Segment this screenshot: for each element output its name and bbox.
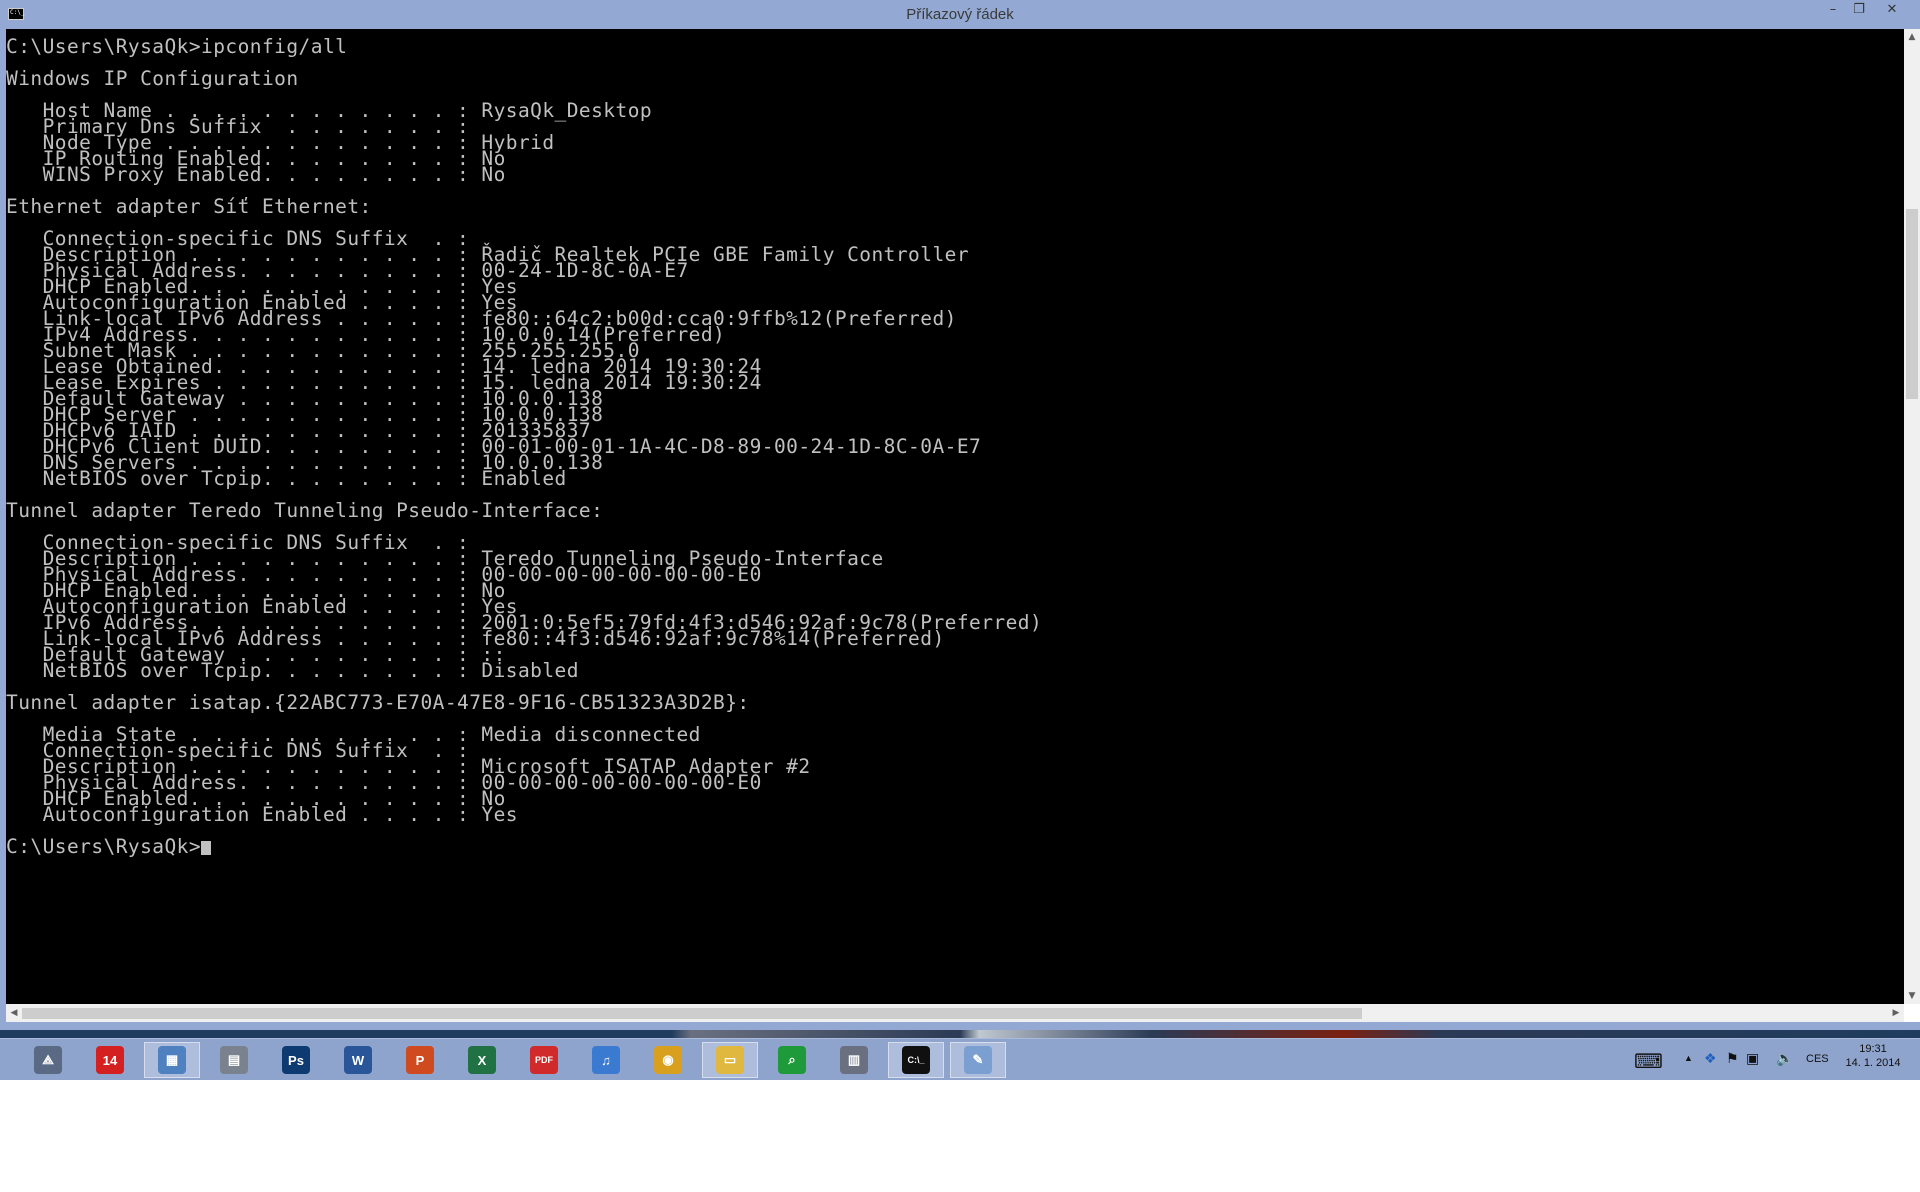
language-indicator[interactable]: CES — [1806, 1053, 1829, 1065]
command-prompt-icon: C:\_ — [902, 1046, 930, 1074]
chrome-icon: ◉ — [654, 1046, 682, 1074]
vertical-scroll-thumb[interactable] — [1906, 209, 1918, 399]
console-line: Windows IP Configuration — [6, 67, 299, 90]
calendar-14-icon: 14 — [96, 1046, 124, 1074]
console-line: NetBIOS over Tcpip. . . . . . . . : Disa… — [42, 659, 579, 682]
taskbar-storage-button[interactable]: ▥ — [826, 1042, 882, 1078]
volume-icon[interactable]: 🔈 — [1776, 1050, 1793, 1067]
restore-button[interactable]: ❐ — [1848, 2, 1870, 20]
word-icon: W — [344, 1046, 372, 1074]
scroll-up-arrow-icon[interactable]: ▲ — [1904, 29, 1920, 45]
horizontal-scroll-thumb[interactable] — [22, 1008, 1362, 1019]
file-explorer-icon: ▭ — [716, 1046, 744, 1074]
window-titlebar[interactable]: Příkazový řádek – ❐ ✕ — [0, 0, 1920, 30]
taskbar-paint-button[interactable]: ✎ — [950, 1042, 1006, 1078]
console-line: NetBIOS over Tcpip. . . . . . . . : Enab… — [42, 467, 567, 490]
taskbar-command-prompt-button[interactable]: C:\_ — [888, 1042, 944, 1078]
console-line: Ethernet adapter Síť Ethernet: — [6, 195, 372, 218]
keyboard-icon[interactable]: ⌨ — [1634, 1049, 1663, 1074]
scroll-down-arrow-icon[interactable]: ▼ — [1904, 988, 1920, 1004]
console-line: C:\Users\RysaQk>ipconfig/all — [6, 35, 348, 58]
scroll-right-arrow-icon[interactable]: ▶ — [1888, 1004, 1904, 1022]
console-line: Tunnel adapter isatap.{22ABC773-E70A-47E… — [6, 691, 750, 714]
taskbar-chrome-button[interactable]: ◉ — [640, 1042, 696, 1078]
network-icon[interactable]: ▣ — [1746, 1050, 1759, 1067]
pdf-icon: PDF — [530, 1046, 558, 1074]
clock-date: 14. 1. 2014 — [1845, 1057, 1901, 1069]
storage-icon: ▥ — [840, 1046, 868, 1074]
taskbar-photoshop-button[interactable]: Ps — [268, 1042, 324, 1078]
console-prompt: C:\Users\RysaQk> — [6, 835, 202, 858]
blank-area — [0, 1080, 1920, 1192]
taskbar-excel-button[interactable]: X — [454, 1042, 510, 1078]
console-output[interactable]: C:\Users\RysaQk>ipconfig/all Windows IP … — [6, 29, 1904, 1004]
powerpoint-icon: P — [406, 1046, 434, 1074]
excel-icon: X — [468, 1046, 496, 1074]
clock[interactable]: 19:31 14. 1. 2014 — [1838, 1043, 1908, 1069]
minimize-button[interactable]: – — [1822, 2, 1844, 20]
taskbar-word-button[interactable]: W — [330, 1042, 386, 1078]
control-panel-icon: ▦ — [158, 1046, 186, 1074]
desktop-wallpaper-strip — [0, 1030, 1920, 1038]
dropbox-icon[interactable]: ❖ — [1704, 1050, 1717, 1067]
close-button[interactable]: ✕ — [1874, 2, 1910, 20]
console-line: Tunnel adapter Teredo Tunneling Pseudo-I… — [6, 499, 604, 522]
horizontal-scrollbar[interactable]: ◀ ▶ — [6, 1004, 1904, 1022]
search-app-icon: ⌕ — [778, 1046, 806, 1074]
taskbar-printer-button[interactable]: ▤ — [206, 1042, 262, 1078]
taskbar: ⟁ 14 ▦ ▤ Ps W P X PDF ♫ ◉ ▭ ⌕ ▥ C:\_ ✎ ⌨ ▲ ❖ ⚑ ▣ 🔈 CES … — [0, 1038, 1920, 1081]
app-launcher-icon: ⟁ — [34, 1046, 62, 1074]
taskbar-pdf-button[interactable]: PDF — [516, 1042, 572, 1078]
taskbar-app-launcher-button[interactable]: ⟁ — [20, 1042, 76, 1078]
itunes-icon: ♫ — [592, 1046, 620, 1074]
window-title: Příkazový řádek — [906, 6, 1014, 23]
taskbar-powerpoint-button[interactable]: P — [392, 1042, 448, 1078]
scroll-left-arrow-icon[interactable]: ◀ — [6, 1004, 22, 1022]
paint-icon: ✎ — [964, 1046, 992, 1074]
taskbar-calendar-14-button[interactable]: 14 — [82, 1042, 138, 1078]
photoshop-icon: Ps — [282, 1046, 310, 1074]
taskbar-control-panel-button[interactable]: ▦ — [144, 1042, 200, 1078]
clock-time: 19:31 — [1859, 1043, 1887, 1055]
action-center-flag-icon[interactable]: ⚑ — [1726, 1050, 1739, 1067]
console-line: Autoconfiguration Enabled . . . . : Yes — [42, 803, 518, 826]
taskbar-itunes-button[interactable]: ♫ — [578, 1042, 634, 1078]
taskbar-file-explorer-button[interactable]: ▭ — [702, 1042, 758, 1078]
show-hidden-icons-icon[interactable]: ▲ — [1684, 1053, 1693, 1063]
console-text: C:\Users\RysaQk>ipconfig/all Windows IP … — [6, 29, 1904, 858]
text-cursor — [201, 841, 212, 855]
console-line: WINS Proxy Enabled. . . . . . . . : No — [42, 163, 506, 186]
printer-icon: ▤ — [220, 1046, 248, 1074]
taskbar-search-app-button[interactable]: ⌕ — [764, 1042, 820, 1078]
vertical-scrollbar[interactable]: ▲ ▼ — [1904, 29, 1920, 1004]
